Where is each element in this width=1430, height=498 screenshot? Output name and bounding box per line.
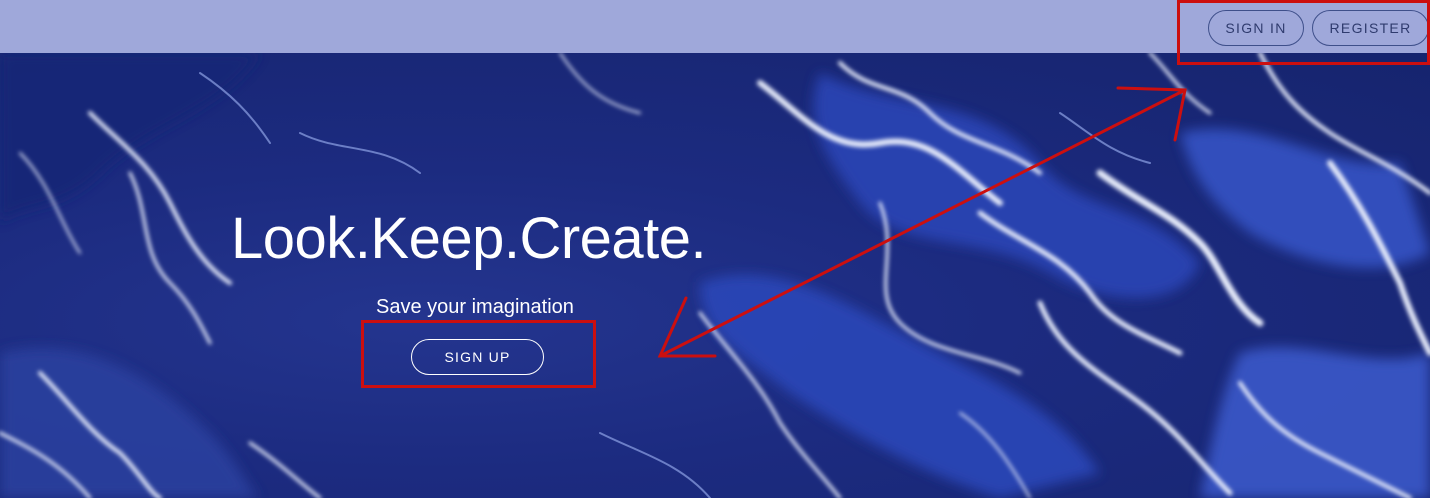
sign-in-button[interactable]: SIGN IN	[1208, 10, 1304, 46]
marble-background-image	[0, 53, 1430, 498]
hero-section: Look.Keep.Create. Save your imagination …	[0, 53, 1430, 498]
hero-tagline: Save your imagination	[376, 296, 574, 318]
top-nav-bar: SIGN IN REGISTER	[0, 0, 1430, 53]
register-button[interactable]: REGISTER	[1312, 10, 1429, 46]
sign-up-button[interactable]: SIGN UP	[411, 339, 544, 375]
hero-headline: Look.Keep.Create.	[231, 206, 707, 271]
